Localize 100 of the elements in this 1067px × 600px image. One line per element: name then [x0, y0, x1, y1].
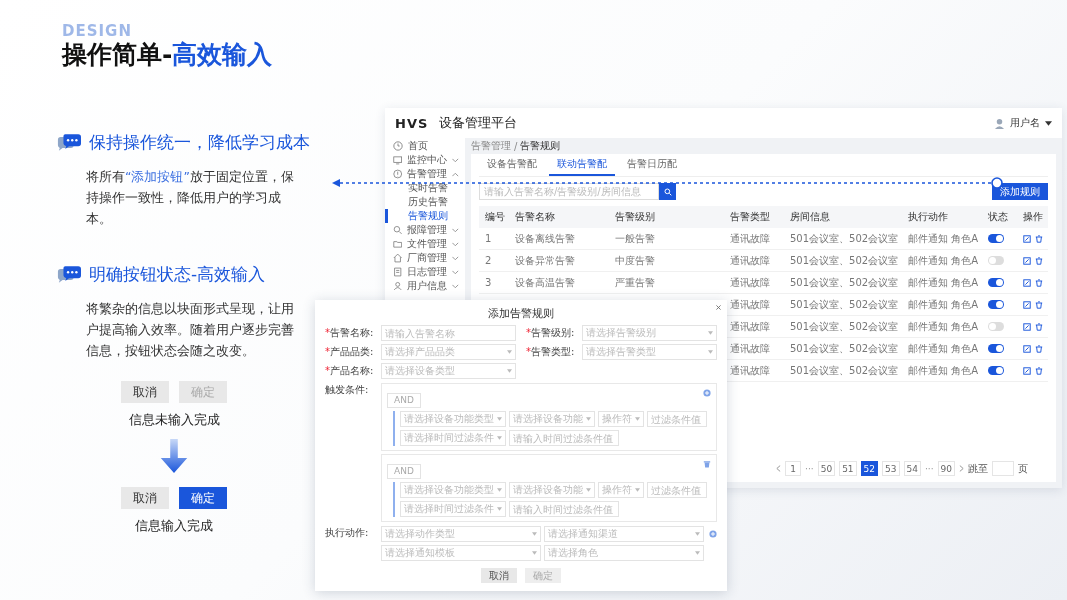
home-icon: [393, 253, 403, 263]
edit-icon[interactable]: [1023, 278, 1031, 287]
page-button[interactable]: 53: [882, 461, 900, 476]
input-field[interactable]: 请输入告警名称: [381, 325, 516, 341]
table-cell-text: 501会议室、502会议室: [789, 341, 900, 356]
slide-title: 操作简单-高效输入: [62, 39, 273, 71]
page-ellipsis: ···: [924, 463, 934, 474]
trash-icon[interactable]: [1035, 344, 1043, 353]
cancel-button[interactable]: 取消: [481, 568, 517, 583]
page-button[interactable]: 52: [860, 461, 879, 476]
chat-bubbles-icon: [57, 134, 81, 151]
table-cell-text: 1: [484, 233, 493, 244]
caret-icon: [708, 350, 713, 354]
breadcrumb-link[interactable]: 告警管理: [471, 139, 511, 153]
add-icon[interactable]: [709, 530, 717, 538]
sidebar-item[interactable]: 文件管理: [385, 237, 465, 251]
page-button[interactable]: 50: [817, 461, 836, 476]
caret-icon: [635, 417, 640, 421]
table-cell-text: 501会议室、502会议室: [789, 319, 900, 334]
cancel-button[interactable]: 取消: [121, 381, 169, 403]
table-cell-text: 邮件通知 角色A: [907, 363, 980, 378]
sidebar-subitem[interactable]: 历史告警: [385, 195, 465, 209]
caret-icon: [695, 532, 700, 536]
tab[interactable]: 设备告警配: [479, 154, 545, 176]
table-cell-text: 通讯故障: [729, 231, 771, 246]
trash-icon[interactable]: [1035, 322, 1043, 331]
app-title: 设备管理平台: [439, 114, 518, 132]
caret-icon: [497, 417, 502, 421]
caret-icon[interactable]: [1045, 120, 1052, 126]
close-icon[interactable]: [716, 305, 721, 310]
edit-icon[interactable]: [1023, 256, 1031, 265]
toggle-switch[interactable]: [988, 322, 1004, 331]
table-cell-text: 邮件通知 角色A: [907, 253, 980, 268]
trash-icon[interactable]: [1035, 256, 1043, 265]
edit-icon[interactable]: [1023, 300, 1031, 309]
dialog-title: 添加告警规则: [487, 306, 555, 321]
column-header: 房间信息: [789, 210, 831, 224]
table-cell-text: 邮件通知 角色A: [907, 297, 980, 312]
toggle-switch[interactable]: [988, 344, 1004, 353]
toggle-switch[interactable]: [988, 278, 1004, 287]
trash-icon[interactable]: [1035, 278, 1043, 287]
down-arrow-icon: [160, 439, 188, 473]
table-cell-text: 501会议室、502会议室: [789, 363, 900, 378]
cancel-button[interactable]: 取消: [121, 487, 169, 509]
point-text: 将繁杂的信息以块面形式呈现，让用户提高输入效率。随着用户逐步完善信息，按钮状态会随之改变。: [86, 300, 295, 360]
edit-icon[interactable]: [1023, 366, 1031, 375]
page-unit: 页: [1018, 461, 1028, 476]
confirm-button[interactable]: 确定: [179, 487, 227, 509]
toggle-switch[interactable]: [988, 300, 1004, 309]
clock-icon: [393, 141, 403, 151]
toggle-switch[interactable]: [988, 234, 1004, 243]
sidebar-item[interactable]: 厂商管理: [385, 251, 465, 265]
tab[interactable]: 告警日历配: [619, 154, 685, 176]
trash-icon[interactable]: [703, 460, 711, 468]
field-label: *告警级别:: [526, 326, 576, 340]
page-button[interactable]: 54: [903, 461, 921, 476]
page-ellipsis: ···: [805, 463, 814, 474]
toggle-switch[interactable]: [988, 256, 1004, 265]
caret-icon: [532, 532, 537, 536]
document-icon: [393, 267, 403, 277]
sidebar-item[interactable]: 用户信息: [385, 279, 465, 293]
toggle-switch[interactable]: [988, 366, 1004, 375]
column-header: 告警名称: [514, 210, 556, 224]
column-header: 告警级别: [614, 210, 656, 224]
sidebar-item[interactable]: 报障管理: [385, 223, 465, 237]
sidebar-item[interactable]: 首页: [385, 139, 465, 153]
table-cell-text: 通讯故障: [729, 253, 771, 268]
page-button[interactable]: 51: [839, 461, 857, 476]
field-label: *告警名称:: [325, 326, 375, 340]
sidebar-item[interactable]: 告警管理: [385, 167, 465, 181]
table-cell-text: 邮件通知 角色A: [907, 275, 980, 290]
column-header: 状态: [987, 210, 1009, 224]
trash-icon[interactable]: [1035, 300, 1043, 309]
edit-icon[interactable]: [1023, 234, 1031, 243]
table-cell-text: 通讯故障: [729, 297, 771, 312]
column-header: 执行动作: [907, 210, 949, 224]
edit-icon[interactable]: [1023, 344, 1031, 353]
point-heading: 保持操作统一，降低学习成本: [89, 131, 310, 154]
jump-label: 跳至: [968, 461, 988, 476]
search-button[interactable]: [659, 183, 676, 200]
sidebar-item[interactable]: 日志管理: [385, 265, 465, 279]
edit-icon[interactable]: [1023, 322, 1031, 331]
page-button[interactable]: 1: [785, 461, 802, 476]
sidebar-item[interactable]: 监控中心: [385, 153, 465, 167]
breadcrumb-link[interactable]: 告警规则: [520, 139, 561, 153]
field-label: 执行动作:: [325, 526, 370, 540]
tab[interactable]: 联动告警配: [549, 154, 615, 176]
username[interactable]: 用户名: [1010, 116, 1040, 130]
trash-icon[interactable]: [1035, 234, 1043, 243]
add-icon[interactable]: [703, 389, 711, 397]
caret-icon: [497, 507, 502, 511]
add-rule-button[interactable]: 添加规则: [992, 183, 1048, 200]
page-button[interactable]: 90: [937, 461, 955, 476]
caret-icon: [586, 417, 591, 421]
trash-icon[interactable]: [1035, 366, 1043, 375]
table-cell-text: 邮件通知 角色A: [907, 319, 980, 334]
state-caption: 信息未输入完成: [128, 412, 220, 429]
sidebar-subitem[interactable]: 实时告警: [385, 181, 465, 195]
table-cell-text: 501会议室、502会议室: [789, 275, 900, 290]
page-input[interactable]: [992, 461, 1014, 476]
